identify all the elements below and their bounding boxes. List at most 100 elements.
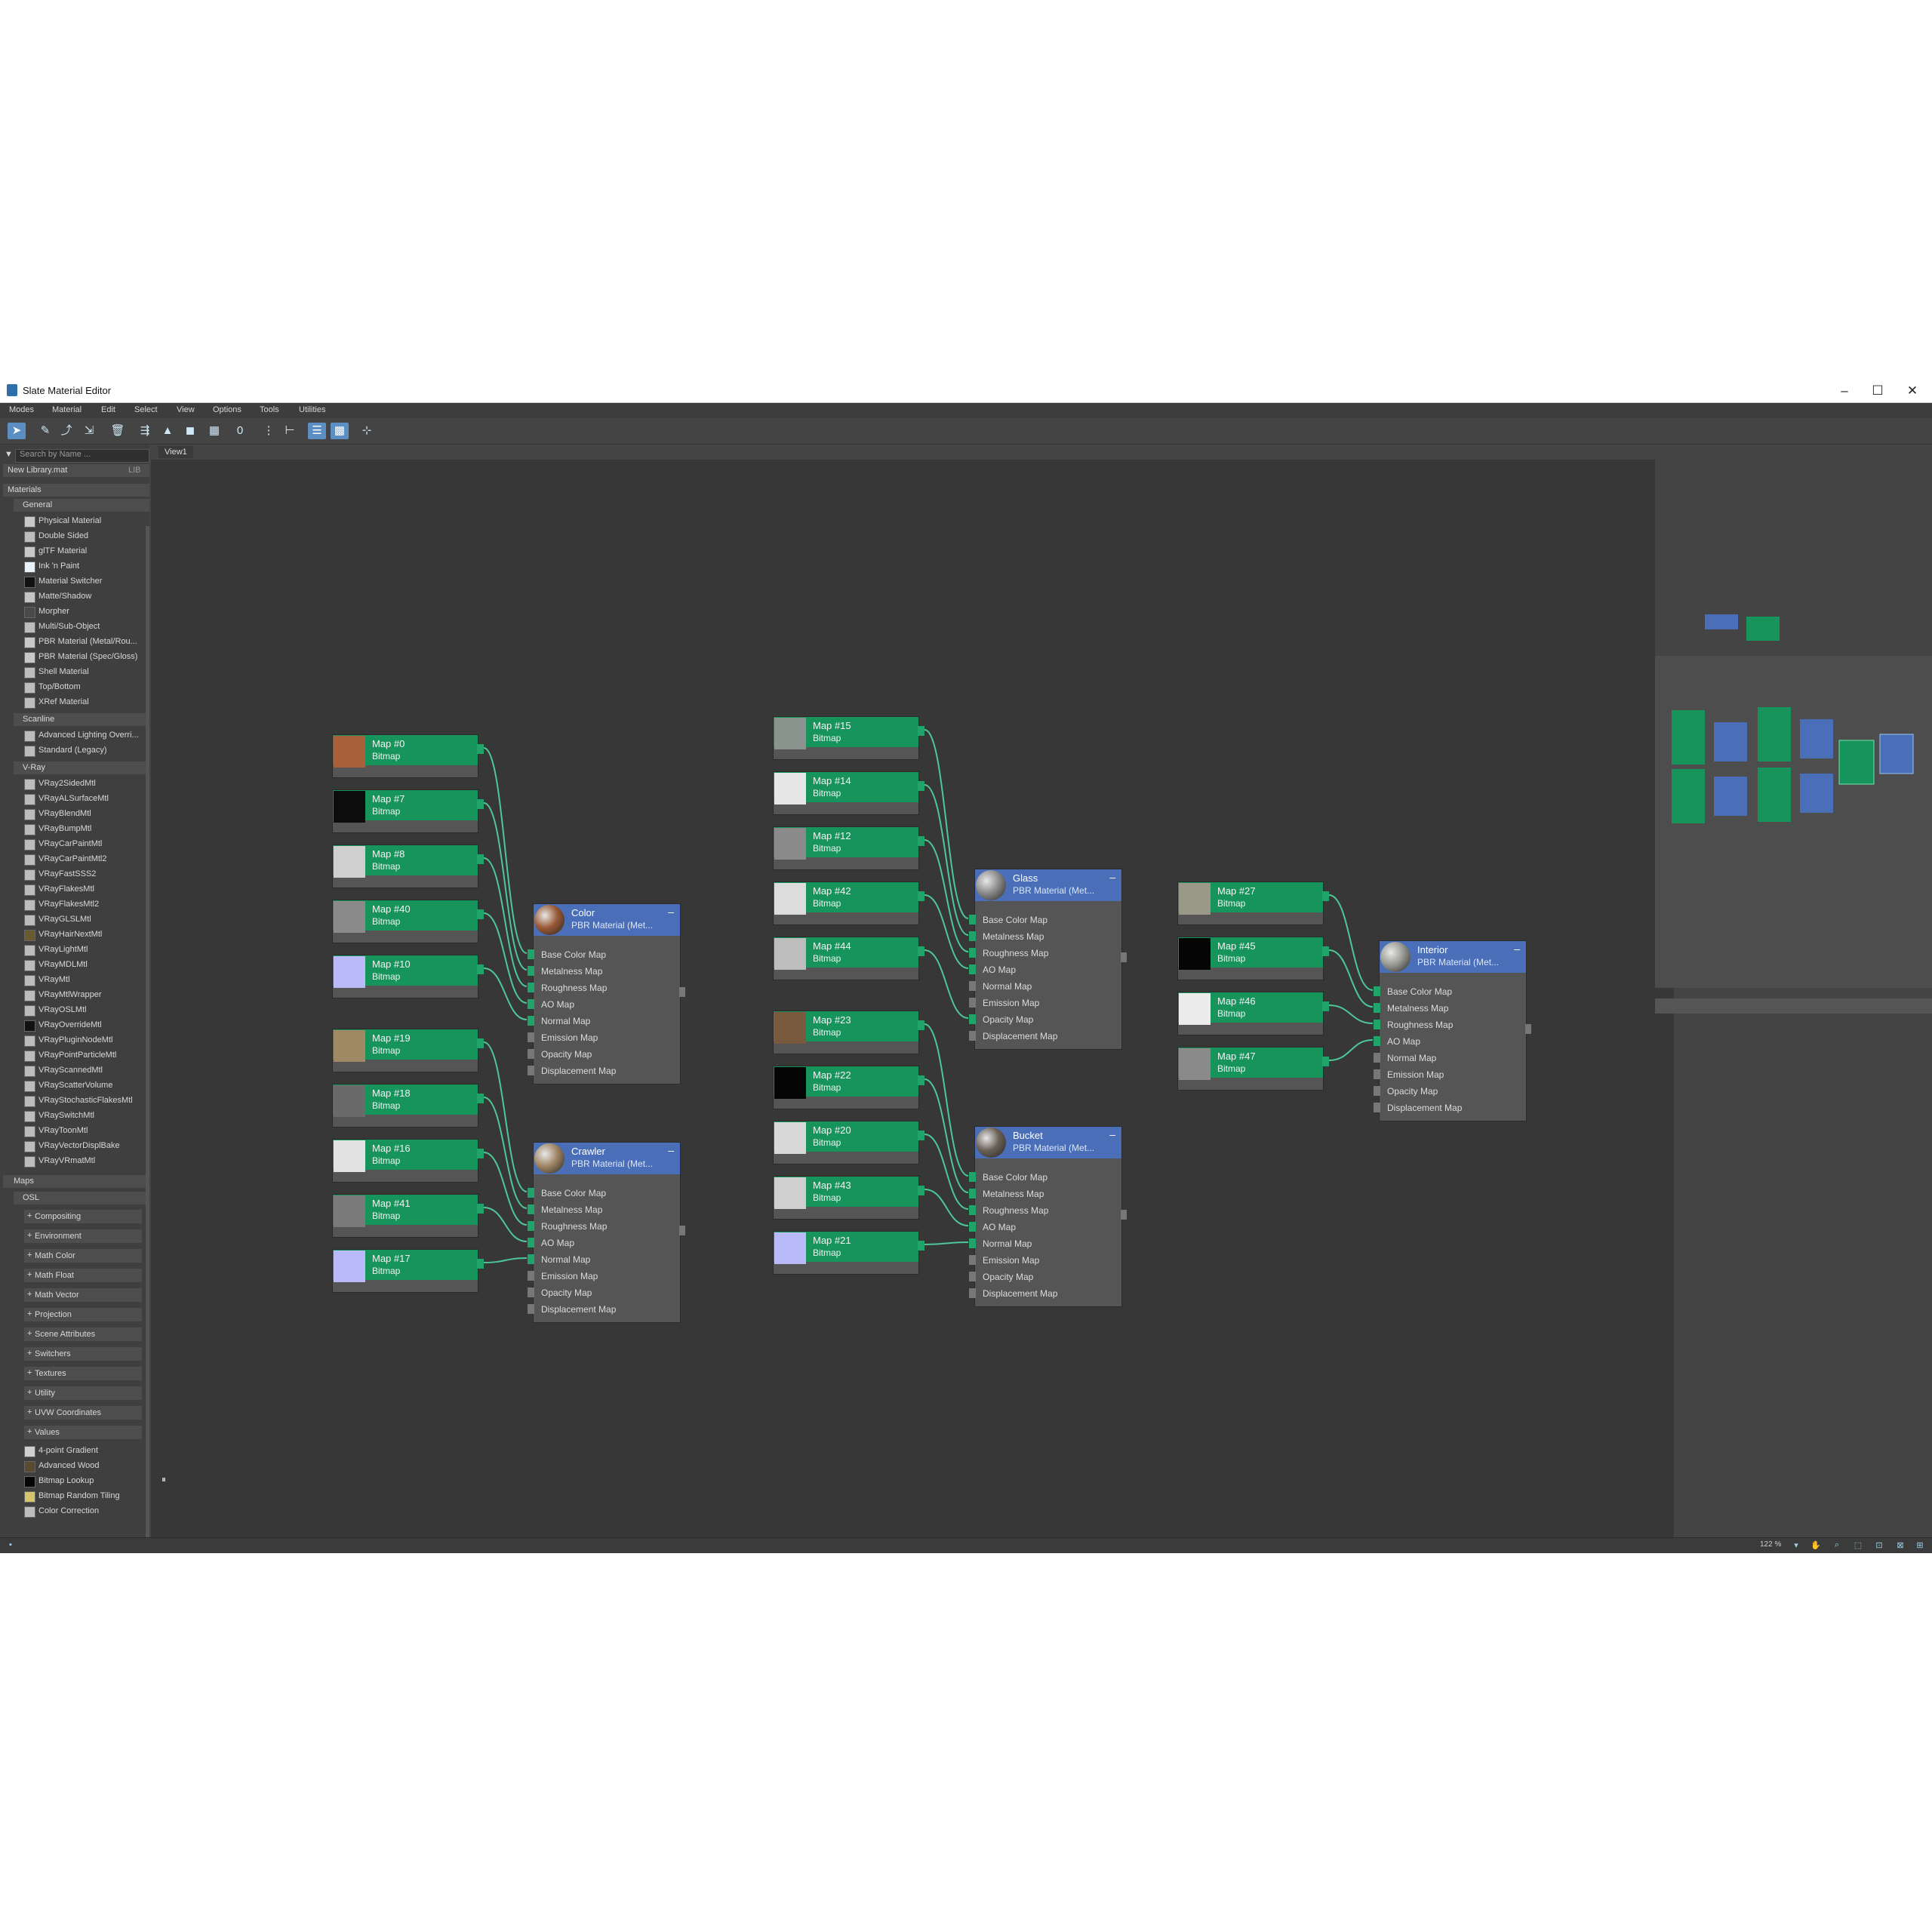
material-node[interactable]: Color PBR Material (Met... – Base Color Map… — [528, 903, 685, 1084]
pan-icon[interactable]: ✋ — [1810, 1540, 1822, 1551]
zoom-dropdown-icon[interactable]: ▾ — [1790, 1540, 1802, 1551]
output-port[interactable] — [1322, 1001, 1329, 1011]
map-node[interactable]: Map #20 Bitmap — [773, 1121, 924, 1164]
output-port[interactable] — [1525, 1024, 1531, 1034]
menu-material[interactable]: Material — [52, 405, 82, 414]
map-node[interactable]: Map #46 Bitmap — [1177, 992, 1329, 1035]
input-port[interactable] — [969, 1238, 976, 1248]
material-type-item[interactable]: VRayScannedMtl — [0, 1063, 149, 1077]
output-port[interactable] — [918, 836, 924, 846]
input-port[interactable] — [969, 1172, 976, 1182]
input-port[interactable] — [528, 949, 534, 959]
map-node[interactable]: Map #41 Bitmap — [332, 1194, 484, 1238]
wire[interactable] — [924, 894, 969, 969]
osl-category[interactable]: + Compositing — [0, 1208, 149, 1225]
input-port[interactable] — [969, 1205, 976, 1215]
input-port[interactable] — [528, 1032, 534, 1042]
hide-unused-icon[interactable]: ▲ — [158, 423, 177, 439]
material-type-item[interactable]: VRayOverrideMtl — [0, 1018, 149, 1032]
map-node[interactable]: Map #7 Bitmap — [332, 789, 484, 833]
zoom-icon[interactable]: ⌕ — [1831, 1540, 1843, 1551]
input-port[interactable] — [528, 1287, 534, 1297]
wire[interactable] — [1328, 949, 1374, 1008]
material-type-item[interactable]: Shell Material — [0, 665, 149, 678]
map-node[interactable]: Map #17 Bitmap — [332, 1249, 484, 1293]
collapse-icon[interactable]: – — [1109, 871, 1115, 883]
material-type-item[interactable]: VRayPointParticleMtl — [0, 1048, 149, 1062]
output-port[interactable] — [1322, 1057, 1329, 1066]
input-port[interactable] — [969, 1255, 976, 1265]
map-node[interactable]: Map #43 Bitmap — [773, 1176, 924, 1220]
output-port[interactable] — [1322, 946, 1329, 956]
wire[interactable] — [483, 1152, 528, 1226]
wire[interactable] — [924, 1023, 969, 1177]
wire[interactable] — [1328, 894, 1374, 991]
output-port[interactable] — [918, 891, 924, 901]
osl-category[interactable]: + Math Float — [0, 1267, 149, 1284]
osl-category[interactable]: + Switchers — [0, 1346, 149, 1362]
input-port[interactable] — [969, 1272, 976, 1281]
collapse-icon[interactable]: – — [1109, 1128, 1115, 1140]
material-node[interactable]: Crawler PBR Material (Met... – Base Color M… — [528, 1142, 685, 1323]
input-port[interactable] — [969, 1288, 976, 1298]
map-type-item[interactable]: Advanced Wood — [0, 1459, 149, 1472]
output-port[interactable] — [918, 1186, 924, 1195]
input-port[interactable] — [528, 1188, 534, 1198]
material-type-item[interactable]: VRayCarPaintMtl2 — [0, 852, 149, 866]
status-icon[interactable]: ▪ — [5, 1540, 17, 1551]
output-port[interactable] — [918, 1131, 924, 1140]
material-node[interactable]: Bucket PBR Material (Met... – Base Color Ma… — [969, 1126, 1127, 1307]
map-node[interactable]: Map #19 Bitmap — [332, 1029, 484, 1072]
map-node[interactable]: Map #8 Bitmap — [332, 844, 484, 888]
expand-icon[interactable]: + — [27, 1349, 32, 1358]
input-port[interactable] — [969, 931, 976, 941]
material-type-item[interactable]: Material Switcher — [0, 574, 149, 588]
browser-scrollbar[interactable] — [146, 526, 149, 1537]
expand-icon[interactable]: + — [27, 1407, 32, 1417]
wire[interactable] — [1328, 1004, 1374, 1024]
material-type-item[interactable]: VRayFlakesMtl2 — [0, 897, 149, 911]
material-type-item[interactable]: Advanced Lighting Overri... — [0, 728, 149, 742]
expand-icon[interactable]: + — [27, 1309, 32, 1318]
map-node[interactable]: Map #23 Bitmap — [773, 1011, 924, 1054]
input-port[interactable] — [528, 1016, 534, 1026]
layout-children-icon[interactable]: ⊢ — [281, 423, 299, 439]
output-port[interactable] — [477, 1094, 484, 1103]
material-type-item[interactable]: VRayBumpMtl — [0, 822, 149, 835]
map-node[interactable]: Map #21 Bitmap — [773, 1231, 924, 1275]
input-port[interactable] — [528, 966, 534, 976]
output-port[interactable] — [477, 744, 484, 754]
navigator-icon[interactable]: ⊹ — [358, 423, 376, 439]
output-port[interactable] — [477, 964, 484, 974]
input-port[interactable] — [969, 1189, 976, 1198]
map-node[interactable]: Map #10 Bitmap — [332, 955, 484, 998]
wire[interactable] — [924, 1241, 969, 1245]
input-port[interactable] — [969, 981, 976, 991]
menu-modes[interactable]: Modes — [9, 405, 34, 414]
input-port[interactable] — [1374, 1086, 1380, 1096]
material-type-item[interactable]: XRef Material — [0, 695, 149, 709]
group-vray[interactable]: V-Ray — [14, 761, 149, 774]
input-port[interactable] — [528, 1221, 534, 1231]
select-tool-icon[interactable]: ➤ — [8, 423, 26, 439]
osl-category[interactable]: + Projection — [0, 1306, 149, 1323]
close-button[interactable]: ✕ — [1896, 381, 1929, 401]
material-type-item[interactable]: Physical Material — [0, 514, 149, 528]
maximize-button[interactable]: ☐ — [1861, 381, 1894, 401]
input-port[interactable] — [528, 1066, 534, 1075]
input-port[interactable] — [969, 1014, 976, 1024]
browser-options-icon[interactable]: ▼ — [5, 450, 13, 459]
show-map-icon[interactable]: 0 — [231, 423, 249, 439]
node-view[interactable]: Map #0 Bitmap Map #7 Bitmap Map #8 Bitmap Map … — [151, 460, 1674, 1537]
expand-icon[interactable]: + — [27, 1251, 32, 1260]
input-port[interactable] — [1374, 986, 1380, 996]
map-type-item[interactable]: 4-point Gradient — [0, 1444, 149, 1457]
group-maps[interactable]: Maps — [3, 1175, 149, 1188]
material-type-item[interactable]: VRayALSurfaceMtl — [0, 792, 149, 805]
material-type-item[interactable]: Matte/Shadow — [0, 589, 149, 603]
material-type-item[interactable]: VRayVRmatMtl — [0, 1154, 149, 1168]
map-node[interactable]: Map #44 Bitmap — [773, 937, 924, 980]
expand-icon[interactable]: + — [27, 1231, 32, 1240]
expand-icon[interactable]: + — [27, 1211, 32, 1220]
output-port[interactable] — [918, 1075, 924, 1085]
